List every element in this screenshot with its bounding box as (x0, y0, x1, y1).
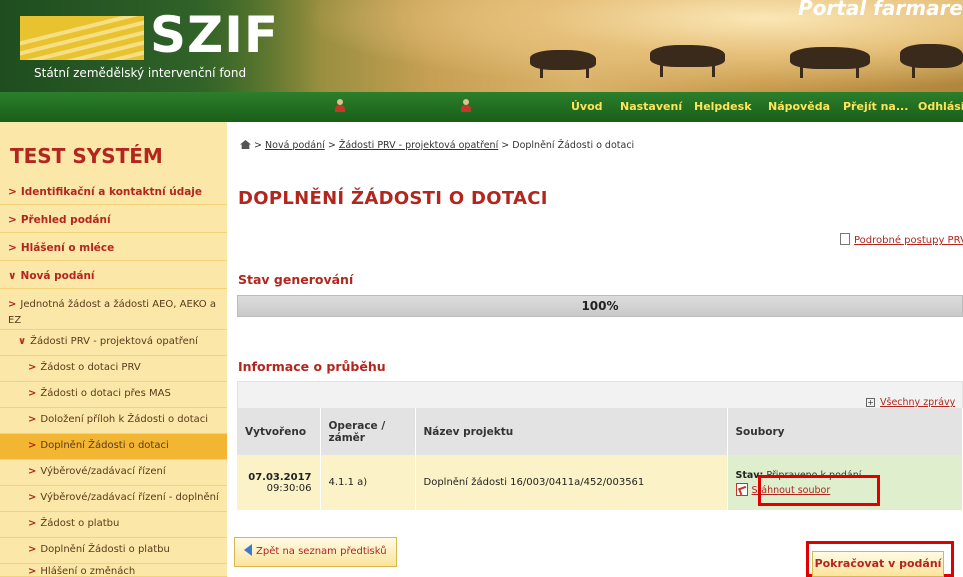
all-messages-link[interactable]: + Všechny zprávy (866, 397, 955, 408)
operation-cell: 4.1.1 a) (320, 455, 416, 510)
sidebar-item-mleko[interactable]: > Hlášení o mléce (0, 236, 227, 261)
page-title: DOPLNĚNÍ ŽÁDOSTI O DOTACI (238, 188, 548, 209)
back-to-forms-button[interactable]: Zpět na seznam předtisků (234, 537, 397, 567)
table-header-row: Vytvořeno Operace / záměr Název projektu… (237, 408, 963, 455)
user-icon[interactable] (334, 99, 346, 113)
breadcrumb: > Nová podání > Žádosti PRV - projektová… (240, 140, 634, 151)
progress-text: 100% (581, 299, 619, 313)
sidebar-item-identifikacni[interactable]: > Identifikační a kontaktní údaje (0, 180, 227, 205)
breadcrumb-link[interactable]: Nová podání (265, 140, 325, 151)
breadcrumb-link[interactable]: Žádosti PRV - projektová opatření (339, 140, 498, 151)
column-header: Soubory (727, 408, 963, 455)
sidebar-subsub-item[interactable]: > Žádost o dotaci PRV (0, 356, 227, 382)
breadcrumb-current: Doplnění Žádosti o dotaci (512, 140, 635, 151)
chevron-right-icon: > (28, 492, 37, 503)
top-nav: Úvod Nastavení Helpdesk Nápověda Přejít … (0, 92, 963, 122)
sidebar-subsub-item[interactable]: > Žádost o platbu (0, 512, 227, 538)
nav-odhlasit[interactable]: Odhlási (918, 100, 963, 113)
column-header: Operace / záměr (320, 408, 416, 455)
sidebar-sub-jednotna[interactable]: > Jednotná žádost a žádosti AEO, AEKO a E… (0, 292, 227, 330)
portal-title: Portal farmare (798, 0, 963, 20)
pdf-icon (735, 482, 748, 496)
column-header: Vytvořeno (237, 408, 321, 455)
sidebar-item-nova-podani[interactable]: ∨ Nová podání (0, 264, 227, 289)
home-icon[interactable] (240, 140, 251, 149)
szif-logo[interactable]: SZIF Státní zemědělský intervenční fond (0, 0, 320, 92)
expand-plus-icon: + (866, 398, 875, 407)
progress-bar: 100% (237, 295, 963, 317)
chevron-right-icon: > (28, 414, 37, 425)
chevron-right-icon: > (28, 388, 37, 399)
system-title: TEST SYSTÉM (10, 144, 163, 168)
detail-procedures-link[interactable]: Podrobné postupy PRV (840, 233, 963, 246)
chevron-right-icon: > (28, 518, 37, 529)
sidebar-item-prehled[interactable]: > Přehled podání (0, 208, 227, 233)
sidebar-subsub-item[interactable]: > Výběrové/zadávací řízení (0, 460, 227, 486)
info-bar (237, 381, 963, 409)
chevron-right-icon: > (28, 440, 37, 451)
highlight-frame-download (758, 475, 880, 506)
site-header: SZIF Státní zemědělský intervenční fond … (0, 0, 963, 92)
nav-napoveda[interactable]: Nápověda (768, 100, 830, 113)
sidebar-subsub-item[interactable]: > Žádosti o dotaci přes MAS (0, 382, 227, 408)
sidebar-subsub-item[interactable]: > Doložení příloh k Žádosti o dotaci (0, 408, 227, 434)
created-time: 09:30:06 (266, 482, 312, 494)
sidebar-subsub-item[interactable]: > Hlášení o změnách (0, 564, 227, 577)
column-header: Název projektu (415, 408, 728, 455)
chevron-right-icon: > (28, 544, 37, 555)
chevron-right-icon: > (8, 214, 17, 226)
sidebar: TEST SYSTÉM > Identifikační a kontaktní ú… (0, 122, 227, 577)
chevron-right-icon: > (28, 566, 37, 577)
nav-prejit-na[interactable]: Přejít na... (843, 100, 908, 113)
arrow-left-icon (244, 544, 252, 556)
chevron-down-icon: ∨ (8, 270, 17, 282)
nav-nastaveni[interactable]: Nastavení (620, 100, 682, 113)
user-icon[interactable] (460, 99, 472, 113)
created-date: 07.03.2017 (248, 471, 312, 483)
section-title-progress: Informace o průběhu (238, 359, 386, 374)
section-title-generation: Stav generování (238, 272, 354, 287)
chevron-right-icon: > (8, 299, 17, 310)
logo-text: SZIF (150, 6, 280, 64)
project-name-cell: Doplnění žádosti 16/003/0411a/452/003561 (415, 455, 728, 510)
sidebar-sub-zadosti-prv[interactable]: ∨ Žádosti PRV - projektová opatření (0, 330, 227, 356)
chevron-right-icon: > (8, 242, 17, 254)
continue-submission-button[interactable]: Pokračovat v podání (812, 551, 944, 577)
created-cell: 07.03.2017 09:30:06 (237, 455, 321, 510)
sidebar-subsub-item[interactable]: > Výběrové/zadávací řízení - doplnění (0, 486, 227, 512)
logo-field-icon (20, 16, 144, 60)
nav-helpdesk[interactable]: Helpdesk (694, 100, 752, 113)
chevron-right-icon: > (28, 362, 37, 373)
nav-uvod[interactable]: Úvod (571, 100, 603, 113)
sidebar-subsub-item-active[interactable]: > Doplnění Žádosti o dotaci (0, 434, 227, 460)
document-icon (840, 233, 850, 245)
chevron-down-icon: ∨ (18, 336, 27, 347)
chevron-right-icon: > (8, 186, 17, 198)
chevron-right-icon: > (28, 466, 37, 477)
logo-subtitle: Státní zemědělský intervenční fond (34, 66, 247, 80)
cow-image (900, 44, 963, 68)
sidebar-subsub-item[interactable]: > Doplnění Žádosti o platbu (0, 538, 227, 564)
